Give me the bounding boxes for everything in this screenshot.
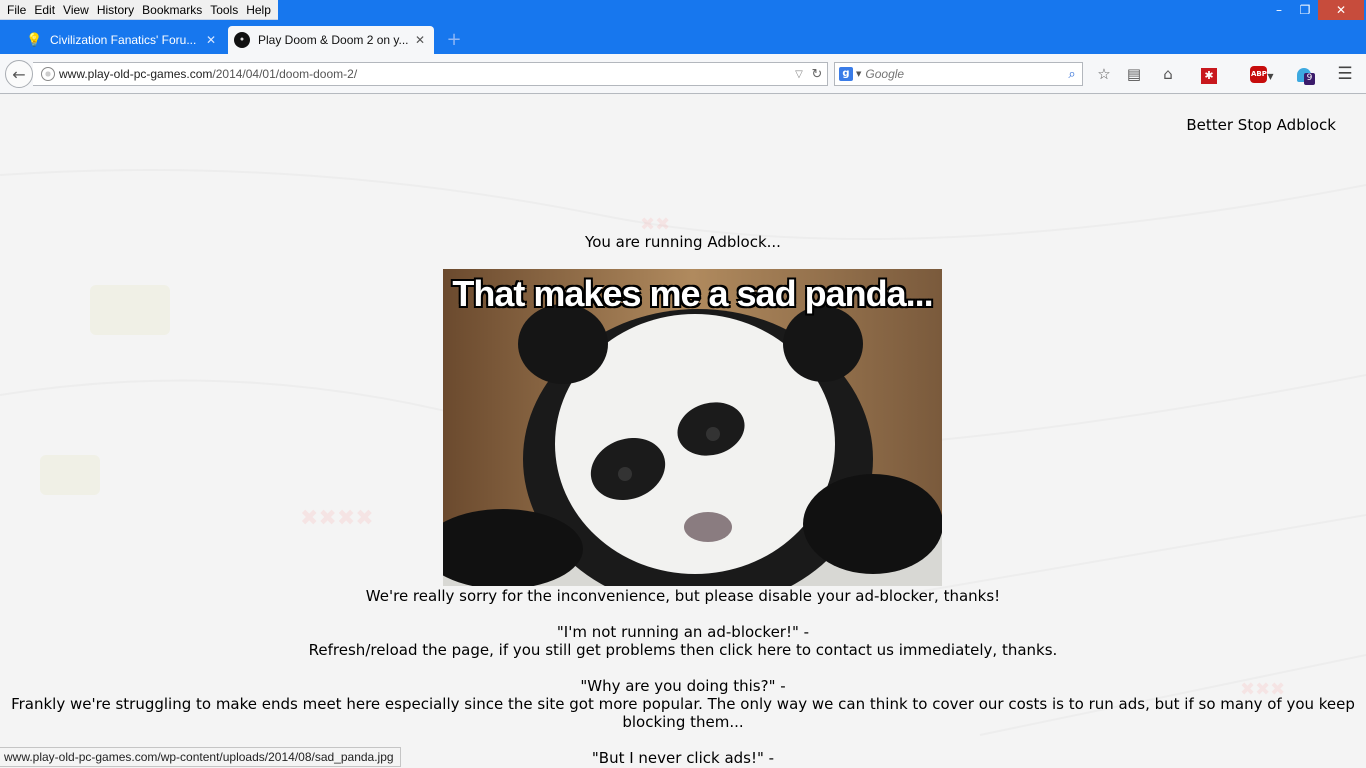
panda-illustration xyxy=(443,269,942,586)
menu-tools[interactable]: Tools xyxy=(206,0,242,20)
search-bar[interactable]: g ▼ ⌕ xyxy=(834,62,1083,86)
corner-heading: Better Stop Adblock xyxy=(1186,116,1336,134)
tab-title: Civilization Fanatics' Foru... xyxy=(50,33,197,47)
status-bar-link: www.play-old-pc-games.com/wp-content/upl… xyxy=(0,747,401,767)
url-domain: www.play-old-pc-games.com xyxy=(59,67,213,81)
apology-text: We're really sorry for the inconvenience… xyxy=(365,587,1001,605)
back-button[interactable]: ← xyxy=(5,60,33,88)
abp-label: ABP xyxy=(1250,66,1268,83)
tab-close-icon[interactable]: ✕ xyxy=(412,33,428,47)
adblock-notice: You are running Adblock... xyxy=(585,233,781,251)
hamburger-menu-icon[interactable]: ☰ xyxy=(1334,64,1356,84)
menu-history[interactable]: History xyxy=(93,0,138,20)
menu-help[interactable]: Help xyxy=(242,0,275,20)
ghostery-icon[interactable]: 9 xyxy=(1293,64,1315,85)
tab-title: Play Doom & Doom 2 on y... xyxy=(258,33,409,47)
url-path: /2014/04/01/doom-doom-2/ xyxy=(212,67,358,81)
tab-civfanatics[interactable]: 💡 Civilization Fanatics' Foru... ✕ xyxy=(20,26,225,54)
minimize-button[interactable]: – xyxy=(1266,0,1292,20)
reload-icon[interactable]: ↻ xyxy=(807,67,827,82)
image-caption: That makes me a sad panda... xyxy=(452,273,933,314)
svg-text:✖✖: ✖✖ xyxy=(640,214,670,235)
sad-panda-image[interactable]: That makes me a sad panda... xyxy=(443,269,942,586)
svg-text:✖✖✖✖: ✖✖✖✖ xyxy=(300,506,374,531)
ghostery-count-badge: 9 xyxy=(1304,73,1315,85)
site-favicon-icon: ● xyxy=(234,32,250,48)
engine-dropdown-icon[interactable]: ▼ xyxy=(856,70,861,78)
faq-answer-1[interactable]: Refresh/reload the page, if you still ge… xyxy=(0,641,1366,659)
bookmarks-menu-icon[interactable]: ▤ xyxy=(1123,64,1145,84)
home-icon[interactable]: ⌂ xyxy=(1157,64,1179,84)
menu-view[interactable]: View xyxy=(59,0,93,20)
menu-bar: File Edit View History Bookmarks Tools H… xyxy=(0,0,278,20)
bulb-favicon-icon: 💡 xyxy=(26,32,43,47)
url-bar[interactable]: www.play-old-pc-games.com/2014/04/01/doo… xyxy=(33,62,828,86)
globe-icon xyxy=(41,67,55,81)
search-input[interactable] xyxy=(865,67,1062,81)
tab-strip: 💡 Civilization Fanatics' Foru... ✕ ● Pla… xyxy=(0,24,1366,54)
addon-red-icon[interactable]: ✱ xyxy=(1198,64,1220,84)
tab-close-icon[interactable]: ✕ xyxy=(203,33,219,47)
new-tab-button[interactable]: + xyxy=(444,30,464,50)
navigation-toolbar: ← www.play-old-pc-games.com/2014/04/01/d… xyxy=(0,54,1366,94)
adblock-plus-icon[interactable]: ABP▼ xyxy=(1246,64,1278,84)
faq-question-1: "I'm not running an ad-blocker!" - xyxy=(556,623,810,641)
search-magnifier-icon[interactable]: ⌕ xyxy=(1062,67,1082,82)
url-dropdown-icon[interactable]: ▽ xyxy=(791,69,807,80)
menu-file[interactable]: File xyxy=(3,0,30,20)
close-window-button[interactable]: ✕ xyxy=(1318,0,1364,20)
google-engine-icon[interactable]: g xyxy=(839,67,853,81)
tab-play-doom[interactable]: ● Play Doom & Doom 2 on y... ✕ xyxy=(228,26,434,54)
faq-answer-2: Frankly we're struggling to make ends me… xyxy=(11,695,1355,731)
page-content: ✖✖✖✖ ✖✖✖ ✖✖ Better Stop Adblock You are … xyxy=(0,95,1366,768)
restore-button[interactable]: ❐ xyxy=(1292,0,1318,20)
url-text[interactable]: www.play-old-pc-games.com/2014/04/01/doo… xyxy=(59,67,791,81)
menu-bookmarks[interactable]: Bookmarks xyxy=(138,0,206,20)
faq-question-2: "Why are you doing this?" - xyxy=(580,677,786,695)
menu-edit[interactable]: Edit xyxy=(30,0,59,20)
bookmark-star-icon[interactable]: ☆ xyxy=(1093,64,1115,84)
